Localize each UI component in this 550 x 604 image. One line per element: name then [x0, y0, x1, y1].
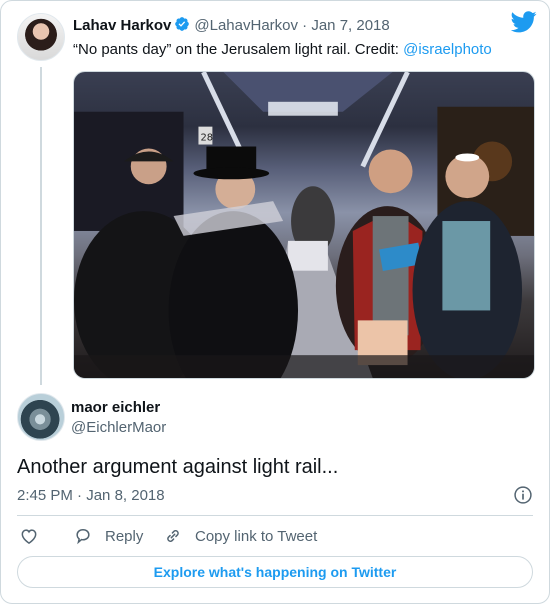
parent-author-name[interactable]: Lahav Harkov: [73, 17, 171, 34]
tweet-photo[interactable]: 28: [73, 71, 535, 379]
explore-twitter-button[interactable]: Explore what's happening on Twitter: [17, 556, 533, 588]
parent-author-handle[interactable]: @LahavHarkov: [194, 17, 298, 34]
heart-icon: [21, 529, 37, 544]
copy-link-label: Copy link to Tweet: [195, 527, 318, 545]
author-avatar[interactable]: [17, 393, 65, 441]
tweet-time: 2:45 PM: [17, 487, 73, 504]
divider: [17, 515, 533, 516]
verified-badge-icon: [175, 17, 190, 31]
tweet-date: Jan 8, 2018: [86, 487, 165, 504]
reply-bubble-icon: [76, 528, 90, 545]
parent-tweet-text-body: “No pants day” on the Jerusalem light ra…: [73, 41, 404, 58]
copy-link-button[interactable]: Copy link to Tweet: [163, 525, 317, 547]
reply-button[interactable]: Reply: [73, 525, 143, 547]
parent-tweet[interactable]: Lahav Harkov @LahavHarkov · Jan 7, 2018 “…: [17, 11, 537, 385]
parent-tweet-text: “No pants day” on the Jerusalem light ra…: [73, 40, 523, 60]
tweet-embed-card: Lahav Harkov @LahavHarkov · Jan 7, 2018 “…: [0, 0, 550, 604]
mention-link[interactable]: @israelphoto: [403, 41, 492, 58]
explore-label: Explore what's happening on Twitter: [153, 564, 397, 580]
parent-tweet-date[interactable]: Jan 7, 2018: [311, 17, 389, 34]
author-handle[interactable]: @EichlerMaor: [71, 419, 166, 436]
separator-dot: ·: [77, 487, 83, 504]
tweet-timestamp[interactable]: 2:45 PM · Jan 8, 2018: [17, 487, 165, 504]
parent-author-avatar[interactable]: [17, 13, 65, 61]
link-icon: [167, 530, 179, 542]
author-name[interactable]: maor eichler: [71, 399, 160, 416]
twitter-bird-icon[interactable]: [511, 11, 537, 33]
photo-sign-text: 28: [200, 133, 213, 144]
parent-tweet-header: Lahav Harkov @LahavHarkov · Jan 7, 2018: [73, 16, 533, 36]
reply-label: Reply: [105, 527, 144, 545]
separator-dot: ·: [302, 17, 308, 34]
tweet-text: Another argument against light rail...: [17, 456, 339, 478]
tram-interior-illustration: 28: [74, 72, 534, 378]
thread-line: [40, 67, 42, 385]
info-icon[interactable]: [513, 485, 533, 505]
like-button[interactable]: [19, 525, 51, 547]
